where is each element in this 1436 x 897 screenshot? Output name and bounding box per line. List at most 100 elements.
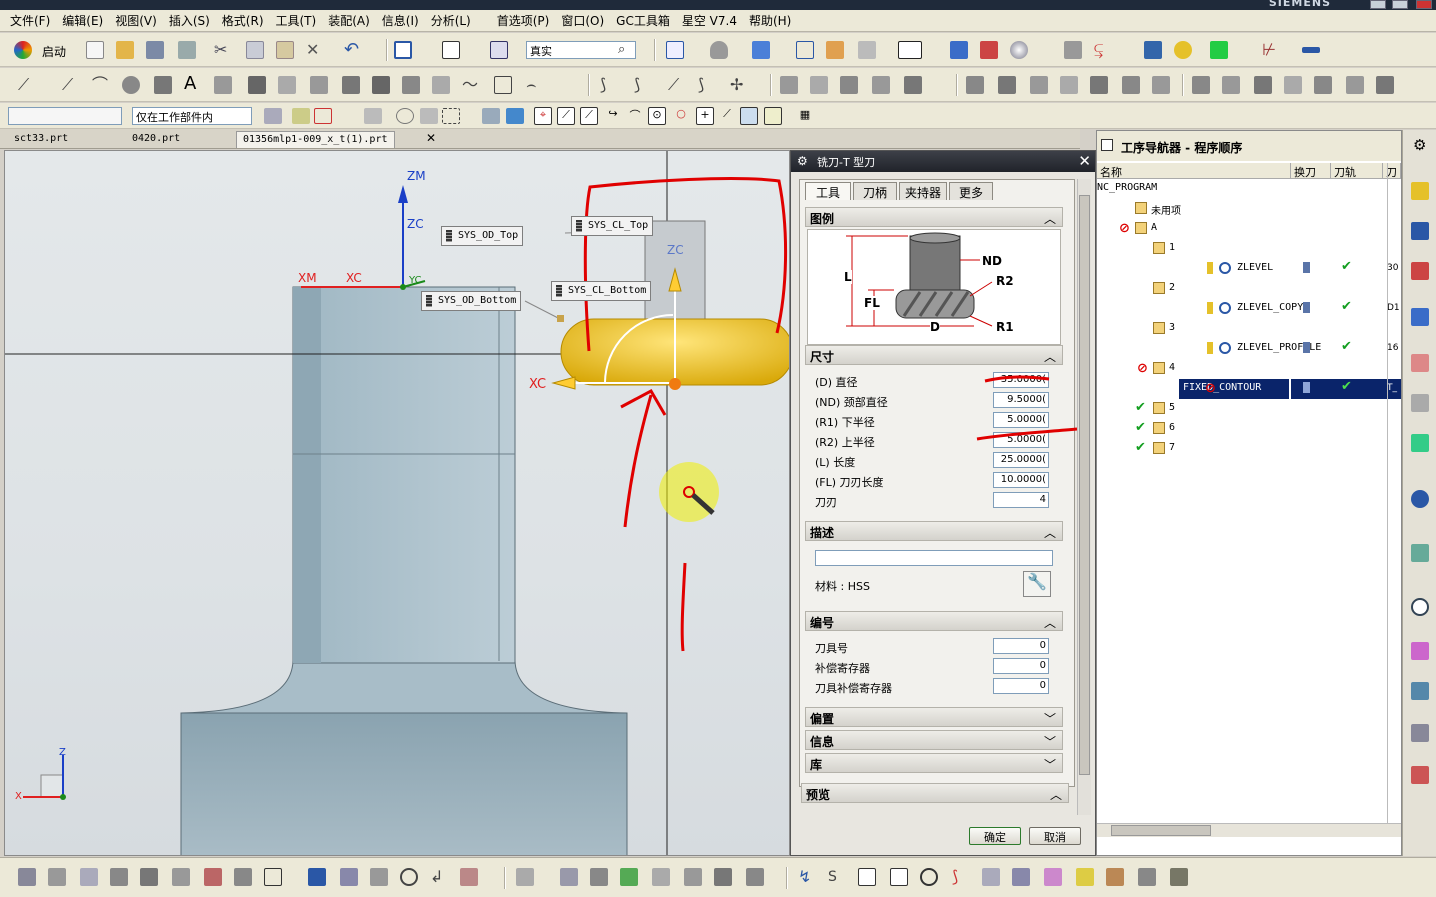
mirror-icon[interactable] xyxy=(1314,76,1332,94)
arc-icon[interactable]: ⌒ xyxy=(92,76,110,94)
new-file-icon[interactable] xyxy=(86,41,104,59)
tree-row[interactable]: A xyxy=(1097,219,1401,239)
nav-part-icon[interactable] xyxy=(1411,394,1429,412)
layer-icon[interactable] xyxy=(442,41,460,59)
blend-icon[interactable] xyxy=(1090,76,1108,94)
groove-icon[interactable] xyxy=(1030,76,1048,94)
replay-path-icon[interactable]: S xyxy=(828,868,846,886)
pin-icon[interactable] xyxy=(1101,139,1113,151)
nav-visualization-icon[interactable] xyxy=(1411,766,1429,784)
orient-icon[interactable] xyxy=(950,41,968,59)
machining-icon[interactable] xyxy=(1064,41,1082,59)
length-input[interactable]: 25.0000( xyxy=(993,452,1049,468)
create-operation-icon[interactable] xyxy=(140,868,158,886)
cylinder-icon[interactable] xyxy=(1138,868,1156,886)
simulate-icon[interactable] xyxy=(920,868,938,886)
menu-insert[interactable]: 插入(S) xyxy=(169,12,210,29)
tab-active-part[interactable]: 01356mlp1-009_x_t(1).prt xyxy=(236,131,395,148)
point-icon[interactable]: ✢ xyxy=(730,76,748,94)
scroll-thumb[interactable] xyxy=(1079,195,1090,775)
trim-face-icon[interactable] xyxy=(340,868,358,886)
delete-icon[interactable]: ✕ xyxy=(306,41,324,59)
tree-row[interactable]: 2 xyxy=(1097,279,1401,299)
split-icon[interactable] xyxy=(432,76,450,94)
create-tool-icon[interactable] xyxy=(48,868,66,886)
tab-holder[interactable]: 夹持器 xyxy=(899,182,947,200)
fillet-icon[interactable]: ⟆ xyxy=(600,76,618,94)
wrap-icon[interactable] xyxy=(370,868,388,886)
menu-preferences[interactable]: 首选项(P) xyxy=(497,12,550,29)
text-icon[interactable]: A xyxy=(184,75,202,93)
arc-center-icon[interactable]: ⌒ xyxy=(626,107,644,125)
mesh-icon[interactable] xyxy=(402,76,420,94)
drill-icon[interactable] xyxy=(714,868,732,886)
patch-icon[interactable] xyxy=(1222,76,1240,94)
info-icon[interactable] xyxy=(490,41,508,59)
polygon-icon[interactable]: ⌢ xyxy=(526,76,544,94)
postprocess-icon[interactable]: ⟆ xyxy=(952,868,970,886)
wcs-icon[interactable] xyxy=(394,41,412,59)
snap-toggle-icon[interactable] xyxy=(764,107,782,125)
nav-hscrollbar[interactable] xyxy=(1097,823,1401,837)
dialog-scrollbar[interactable] xyxy=(1077,179,1091,815)
tag-sys-cl-bottom[interactable]: SYS_CL_Bottom xyxy=(551,281,652,301)
menu-help[interactable]: 帮助(H) xyxy=(749,12,791,29)
extrude-icon[interactable] xyxy=(780,76,798,94)
tree-row[interactable]: 3 xyxy=(1097,319,1401,339)
extend-icon[interactable]: ⟋ xyxy=(668,76,686,94)
midpoint-icon[interactable]: ⟋ xyxy=(557,107,575,125)
mark-icon[interactable] xyxy=(460,868,478,886)
pattern-icon[interactable] xyxy=(1346,76,1364,94)
menu-analysis[interactable]: 分析(L) xyxy=(431,12,471,29)
hook-icon[interactable]: ↲ xyxy=(430,868,448,886)
tab-sct33[interactable]: sct33.prt xyxy=(8,131,74,148)
menu-assembly[interactable]: 装配(A) xyxy=(328,12,370,29)
start-icon[interactable] xyxy=(14,41,32,59)
tool-number-input[interactable]: 0 xyxy=(993,638,1049,654)
history-icon[interactable] xyxy=(1411,598,1429,616)
menu-xingkong[interactable]: 星空 V7.4 xyxy=(682,12,737,29)
selected-row-columns[interactable]: ✔ T_ xyxy=(1291,379,1401,399)
wireframe-icon[interactable] xyxy=(796,41,814,59)
open-folder-icon[interactable] xyxy=(116,41,134,59)
tab-more[interactable]: 更多 xyxy=(949,182,993,200)
settings-icon[interactable]: ⚙ xyxy=(1413,136,1426,154)
square-icon[interactable] xyxy=(264,868,282,886)
analyze-icon[interactable] xyxy=(560,868,578,886)
face-select-icon[interactable] xyxy=(506,108,524,124)
filter-icon[interactable] xyxy=(264,108,282,124)
point-on-face-icon[interactable] xyxy=(740,107,758,125)
section-dimensions[interactable]: 尺寸 ︿ xyxy=(805,345,1063,365)
shell-icon[interactable] xyxy=(1152,76,1170,94)
trim-icon[interactable] xyxy=(342,76,360,94)
edit-curve-icon[interactable]: ⟆ xyxy=(698,76,716,94)
project-icon[interactable] xyxy=(248,76,266,94)
tube-icon[interactable] xyxy=(746,868,764,886)
tree-row[interactable]: 未用项 xyxy=(1097,199,1401,219)
menu-file[interactable]: 文件(F) xyxy=(10,12,50,29)
circle-point-icon[interactable]: ○ xyxy=(672,107,690,125)
pocket-icon[interactable] xyxy=(904,76,922,94)
description-input[interactable] xyxy=(815,550,1053,566)
hole-icon[interactable] xyxy=(840,76,858,94)
snap-icon[interactable] xyxy=(292,108,310,124)
tag-sys-cl-top[interactable]: SYS_CL_Top xyxy=(571,216,654,236)
rib-icon[interactable] xyxy=(1060,76,1078,94)
dialog-close-icon[interactable]: ✕ xyxy=(1078,152,1091,170)
surface-icon[interactable] xyxy=(234,868,252,886)
nav-assembly-icon[interactable] xyxy=(1411,354,1429,372)
thread-icon[interactable] xyxy=(1284,76,1302,94)
tag-sys-od-bottom[interactable]: SYS_OD_Bottom xyxy=(421,291,522,311)
paste-icon[interactable] xyxy=(276,41,294,59)
sphere-icon[interactable] xyxy=(1010,41,1028,59)
tag-sys-od-top[interactable]: SYS_OD_Top xyxy=(441,226,524,246)
col-name[interactable]: 名称 xyxy=(1097,163,1291,179)
assembly-icon[interactable] xyxy=(980,41,998,59)
tree-row[interactable]: FIXED_CONTOUR xyxy=(1179,379,1289,399)
circle-select-icon[interactable] xyxy=(396,108,414,124)
menu-edit[interactable]: 编辑(E) xyxy=(62,12,103,29)
geometry-icon[interactable] xyxy=(1144,41,1162,59)
nav-system-icon[interactable] xyxy=(1411,724,1429,742)
nav-geometry-icon[interactable] xyxy=(1411,222,1429,240)
adjust-register-input[interactable]: 0 xyxy=(993,658,1049,674)
